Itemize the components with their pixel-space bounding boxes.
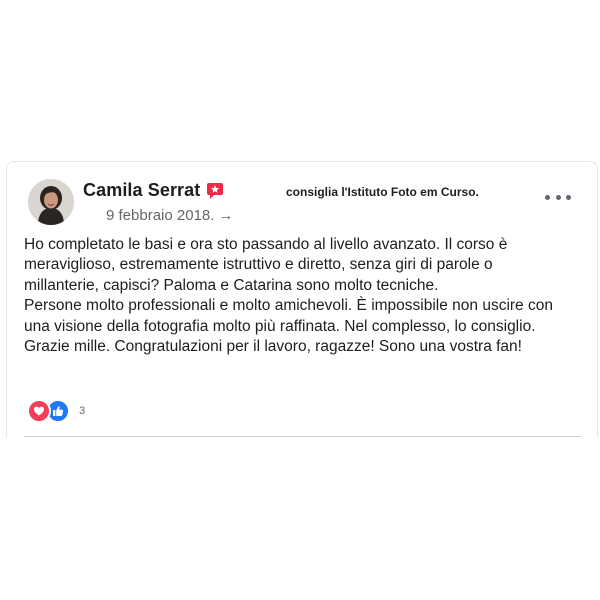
review-line: meraviglioso, estremamente istruttivo e … xyxy=(24,256,493,274)
more-dot xyxy=(545,194,550,200)
avatar[interactable] xyxy=(28,179,74,225)
recommendation-text: consiglia l'Istituto Foto em Curso. xyxy=(286,185,479,199)
author-row: Camila Serrat xyxy=(83,180,224,201)
author-name[interactable]: Camila Serrat xyxy=(83,180,200,201)
review-text: Ho completato le basi e ora sto passando… xyxy=(24,235,589,357)
love-reaction-icon xyxy=(27,399,51,423)
more-dot xyxy=(555,194,561,200)
review-line: millanterie, capisci? Paloma e Catarina … xyxy=(24,276,439,294)
review-card: Camila Serrat consiglia l'Istituto Foto … xyxy=(6,161,598,438)
reaction-count: 3 xyxy=(79,405,86,417)
post-date-row: 9 febbraio 2018. → xyxy=(106,207,233,224)
divider xyxy=(24,436,581,437)
post-date[interactable]: 9 febbraio 2018. xyxy=(106,207,214,224)
more-dot xyxy=(566,194,571,200)
reactions-summary[interactable]: 3 xyxy=(27,399,85,423)
more-options-icon[interactable] xyxy=(545,192,571,202)
review-line: Grazie mille. Congratulazioni per il lav… xyxy=(24,338,522,356)
profile-photo xyxy=(28,179,74,225)
arrow-right-icon: → xyxy=(218,207,234,224)
recommend-badge-icon xyxy=(206,182,224,200)
review-line: una visione della fotografia molto più r… xyxy=(24,317,536,335)
review-line: Ho completato le basi e ora sto passando… xyxy=(24,236,508,253)
review-line: Persone molto professionali e molto amic… xyxy=(24,297,553,315)
